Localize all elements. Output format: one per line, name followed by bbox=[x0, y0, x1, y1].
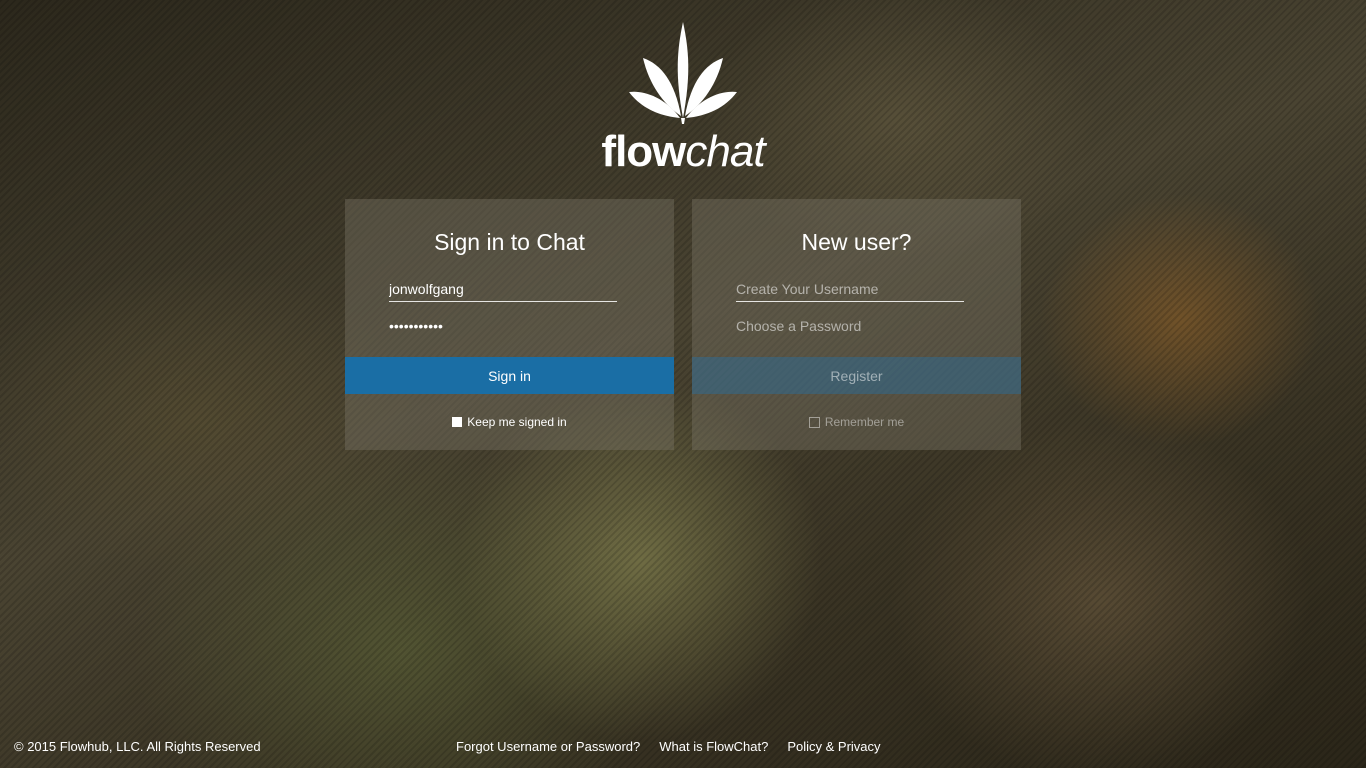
register-panel: New user? Register Remember me bbox=[692, 199, 1021, 450]
checkbox-unchecked-icon[interactable] bbox=[808, 416, 820, 428]
policy-privacy-link[interactable]: Policy & Privacy bbox=[787, 739, 880, 754]
signin-username-input[interactable] bbox=[389, 277, 617, 302]
signin-title: Sign in to Chat bbox=[434, 229, 585, 255]
signin-panel: Sign in to Chat Sign in Keep me signed i… bbox=[345, 199, 674, 450]
signin-password-input[interactable] bbox=[389, 314, 617, 338]
register-password-input[interactable] bbox=[736, 314, 964, 338]
brand-wordmark: flowchat bbox=[600, 128, 766, 176]
copyright-text: © 2015 Flowhub, LLC. All Rights Reserved bbox=[14, 739, 261, 754]
remember-me-label: Remember me bbox=[824, 415, 905, 429]
signin-button[interactable]: Sign in bbox=[345, 357, 674, 394]
footer-links: Forgot Username or Password? What is Flo… bbox=[456, 739, 881, 754]
logo: flowchat bbox=[600, 20, 766, 176]
register-button[interactable]: Register bbox=[692, 357, 1021, 394]
remember-me-checkbox[interactable]: Remember me bbox=[692, 415, 1021, 429]
cannabis-leaf-icon bbox=[629, 22, 737, 124]
register-username-input[interactable] bbox=[736, 277, 964, 302]
brand-name-bold: flow bbox=[601, 127, 686, 176]
keep-signed-in-label: Keep me signed in bbox=[467, 415, 567, 429]
what-is-flowchat-link[interactable]: What is FlowChat? bbox=[659, 739, 768, 754]
forgot-credentials-link[interactable]: Forgot Username or Password? bbox=[456, 739, 640, 754]
keep-signed-in-checkbox[interactable]: Keep me signed in bbox=[345, 415, 674, 429]
checkbox-checked-icon[interactable] bbox=[452, 417, 463, 427]
register-title: New user? bbox=[801, 229, 912, 255]
brand-name-italic: chat bbox=[685, 127, 765, 176]
